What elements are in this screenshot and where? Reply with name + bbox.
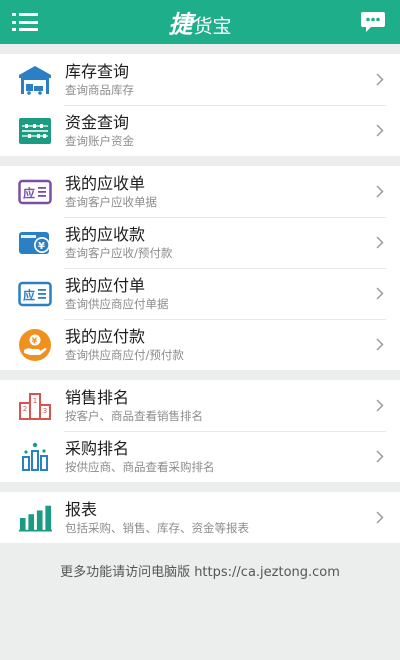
menu-group-accounts: 应 我的应收单 查询客户应收单据 ¥ 我的应收款 查询客户应收/预付款 应 我的… <box>0 166 400 370</box>
item-subtitle: 查询商品库存 <box>65 82 134 97</box>
item-title: 报表 <box>65 499 98 519</box>
chevron-right-icon <box>374 511 386 525</box>
message-button[interactable] <box>360 10 386 34</box>
payable-bill-icon: 应 <box>18 277 52 311</box>
menu-item-my-payable-bills[interactable]: 应 我的应付单 查询供应商应付单据 <box>0 268 400 319</box>
chat-bubble-icon <box>361 12 385 32</box>
menu-item-my-payables[interactable]: ¥ 我的应付款 查询供应商应付/预付款 <box>0 319 400 370</box>
item-subtitle: 查询供应商应付单据 <box>65 296 169 311</box>
menu-group-query: 库存查询 查询商品库存 资金查询 查询账户资金 <box>0 54 400 156</box>
warehouse-icon <box>18 63 52 97</box>
item-title: 我的应收单 <box>65 173 146 193</box>
item-subtitle: 查询供应商应付/预付款 <box>65 347 184 362</box>
podium-icon: 1 2 3 <box>18 389 52 423</box>
chevron-right-icon <box>374 236 386 250</box>
item-title: 销售排名 <box>65 387 130 407</box>
chevron-right-icon <box>374 450 386 464</box>
item-title: 采购排名 <box>65 438 130 458</box>
logo-sub-text: 货宝 <box>193 15 232 38</box>
item-title: 资金查询 <box>65 112 130 132</box>
abacus-icon <box>18 114 52 148</box>
menu-icon <box>12 13 38 16</box>
wallet-yuan-icon: ¥ <box>18 226 52 260</box>
hand-coin-icon: ¥ <box>18 328 52 362</box>
item-subtitle: 查询客户应收/预付款 <box>65 245 173 260</box>
bar-chart-icon <box>18 501 52 535</box>
ranking-bars-icon <box>18 440 52 474</box>
menu-item-my-receivable-bills[interactable]: 应 我的应收单 查询客户应收单据 <box>0 166 400 217</box>
item-subtitle: 按客户、商品查看销售排名 <box>65 408 203 423</box>
chevron-right-icon <box>374 73 386 87</box>
desktop-version-note: 更多功能请访问电脑版 https://ca.jeztong.com <box>60 565 340 580</box>
svg-text:3: 3 <box>43 407 47 415</box>
item-subtitle: 包括采购、销售、库存、资金等报表 <box>65 520 249 535</box>
chevron-right-icon <box>374 185 386 199</box>
svg-text:应: 应 <box>23 287 35 302</box>
item-title: 库存查询 <box>65 61 130 81</box>
svg-text:¥: ¥ <box>38 241 45 252</box>
menu-item-sales-ranking[interactable]: 1 2 3 销售排名 按客户、商品查看销售排名 <box>0 380 400 431</box>
svg-text:2: 2 <box>23 405 27 413</box>
menu-button[interactable] <box>12 11 38 33</box>
item-title: 我的应付款 <box>65 326 146 346</box>
chevron-right-icon <box>374 124 386 138</box>
svg-text:应: 应 <box>23 185 35 200</box>
menu-group-ranking: 1 2 3 销售排名 按客户、商品查看销售排名 采购排名 按供应商、商品查看采购… <box>0 380 400 482</box>
item-subtitle: 按供应商、商品查看采购排名 <box>65 459 215 474</box>
svg-text:1: 1 <box>33 397 37 405</box>
chevron-right-icon <box>374 399 386 413</box>
receivable-bill-icon: 应 <box>18 175 52 209</box>
item-title: 我的应付单 <box>65 275 146 295</box>
menu-item-my-receivables[interactable]: ¥ 我的应收款 查询客户应收/预付款 <box>0 217 400 268</box>
app-logo-title: 捷 货宝 <box>168 5 231 40</box>
app-header: 捷 货宝 <box>0 0 400 44</box>
item-subtitle: 查询账户资金 <box>65 133 134 148</box>
item-subtitle: 查询客户应收单据 <box>65 194 157 209</box>
menu-group-reports: 报表 包括采购、销售、库存、资金等报表 <box>0 492 400 543</box>
menu-item-reports[interactable]: 报表 包括采购、销售、库存、资金等报表 <box>0 492 400 543</box>
app-screen: 捷 货宝 库存查询 查询商品库存 资金查询 查询账户资金 应 我的应收单 查询客… <box>0 0 400 660</box>
menu-item-inventory-query[interactable]: 库存查询 查询商品库存 <box>0 54 400 105</box>
logo-main-char: 捷 <box>168 10 193 39</box>
item-title: 我的应收款 <box>65 224 146 244</box>
menu-item-purchase-ranking[interactable]: 采购排名 按供应商、商品查看采购排名 <box>0 431 400 482</box>
menu-item-fund-query[interactable]: 资金查询 查询账户资金 <box>0 105 400 156</box>
svg-text:¥: ¥ <box>32 336 38 345</box>
chevron-right-icon <box>374 287 386 301</box>
chevron-right-icon <box>374 338 386 352</box>
